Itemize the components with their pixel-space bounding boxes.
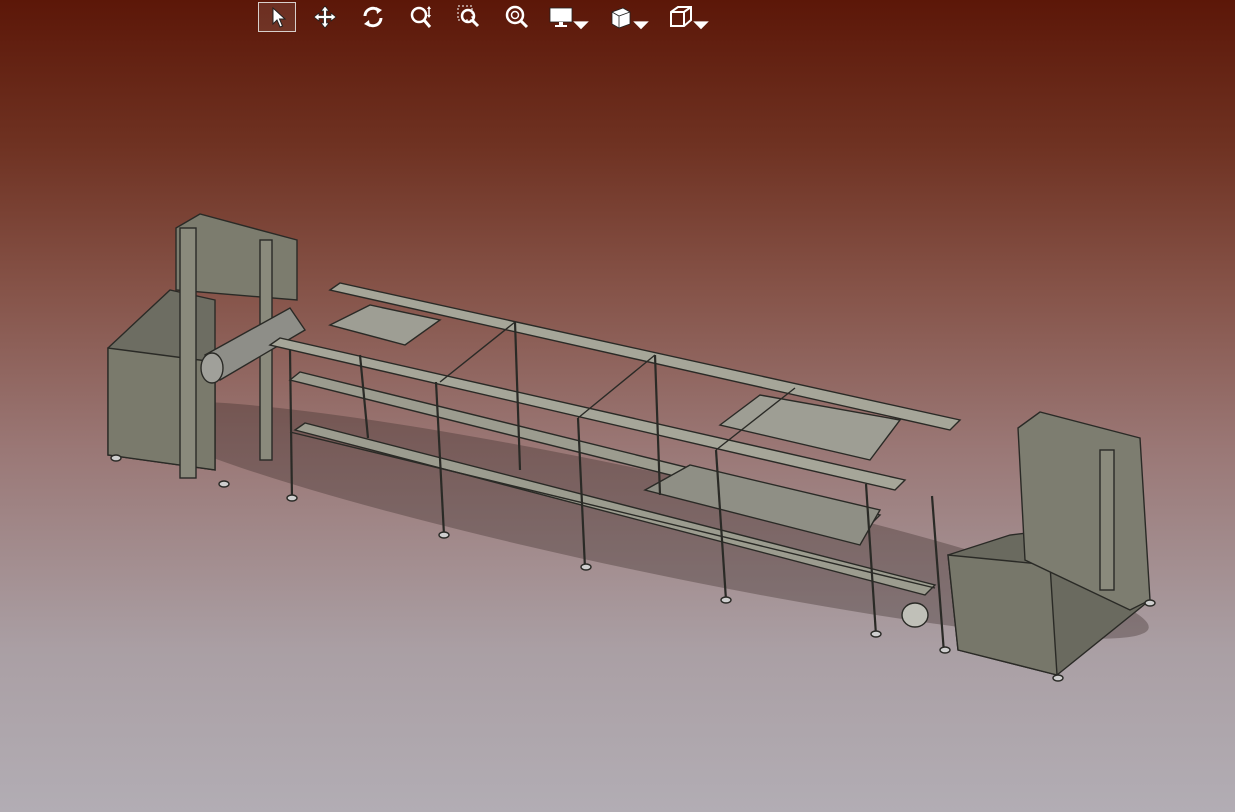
motor	[901, 602, 929, 628]
zoom-area-button[interactable]	[450, 2, 488, 32]
frame-structure	[107, 213, 1156, 682]
zoom-in-out-icon	[410, 6, 432, 28]
select-arrow-icon	[272, 6, 287, 28]
pan-move-icon	[313, 5, 337, 29]
3d-viewport[interactable]	[0, 0, 1235, 812]
rotate-tool-button[interactable]	[354, 2, 392, 32]
conveyor-machine-model[interactable]	[0, 0, 1235, 812]
pan-tool-button[interactable]	[306, 2, 344, 32]
chevron-down-icon	[693, 21, 709, 30]
zoom-area-icon	[457, 5, 480, 28]
rotate-icon	[363, 6, 383, 28]
chevron-down-icon	[573, 21, 589, 30]
fit-all-icon	[505, 5, 529, 29]
view-orientation-dropdown[interactable]	[666, 2, 716, 32]
fit-all-button[interactable]	[498, 2, 536, 32]
render-style-dropdown[interactable]	[606, 2, 656, 32]
view-mode-dropdown[interactable]	[546, 2, 596, 32]
zoom-in-out-button[interactable]	[402, 2, 440, 32]
select-tool-button[interactable]	[258, 2, 296, 32]
view-toolbar	[258, 0, 726, 34]
chevron-down-icon	[633, 21, 649, 30]
